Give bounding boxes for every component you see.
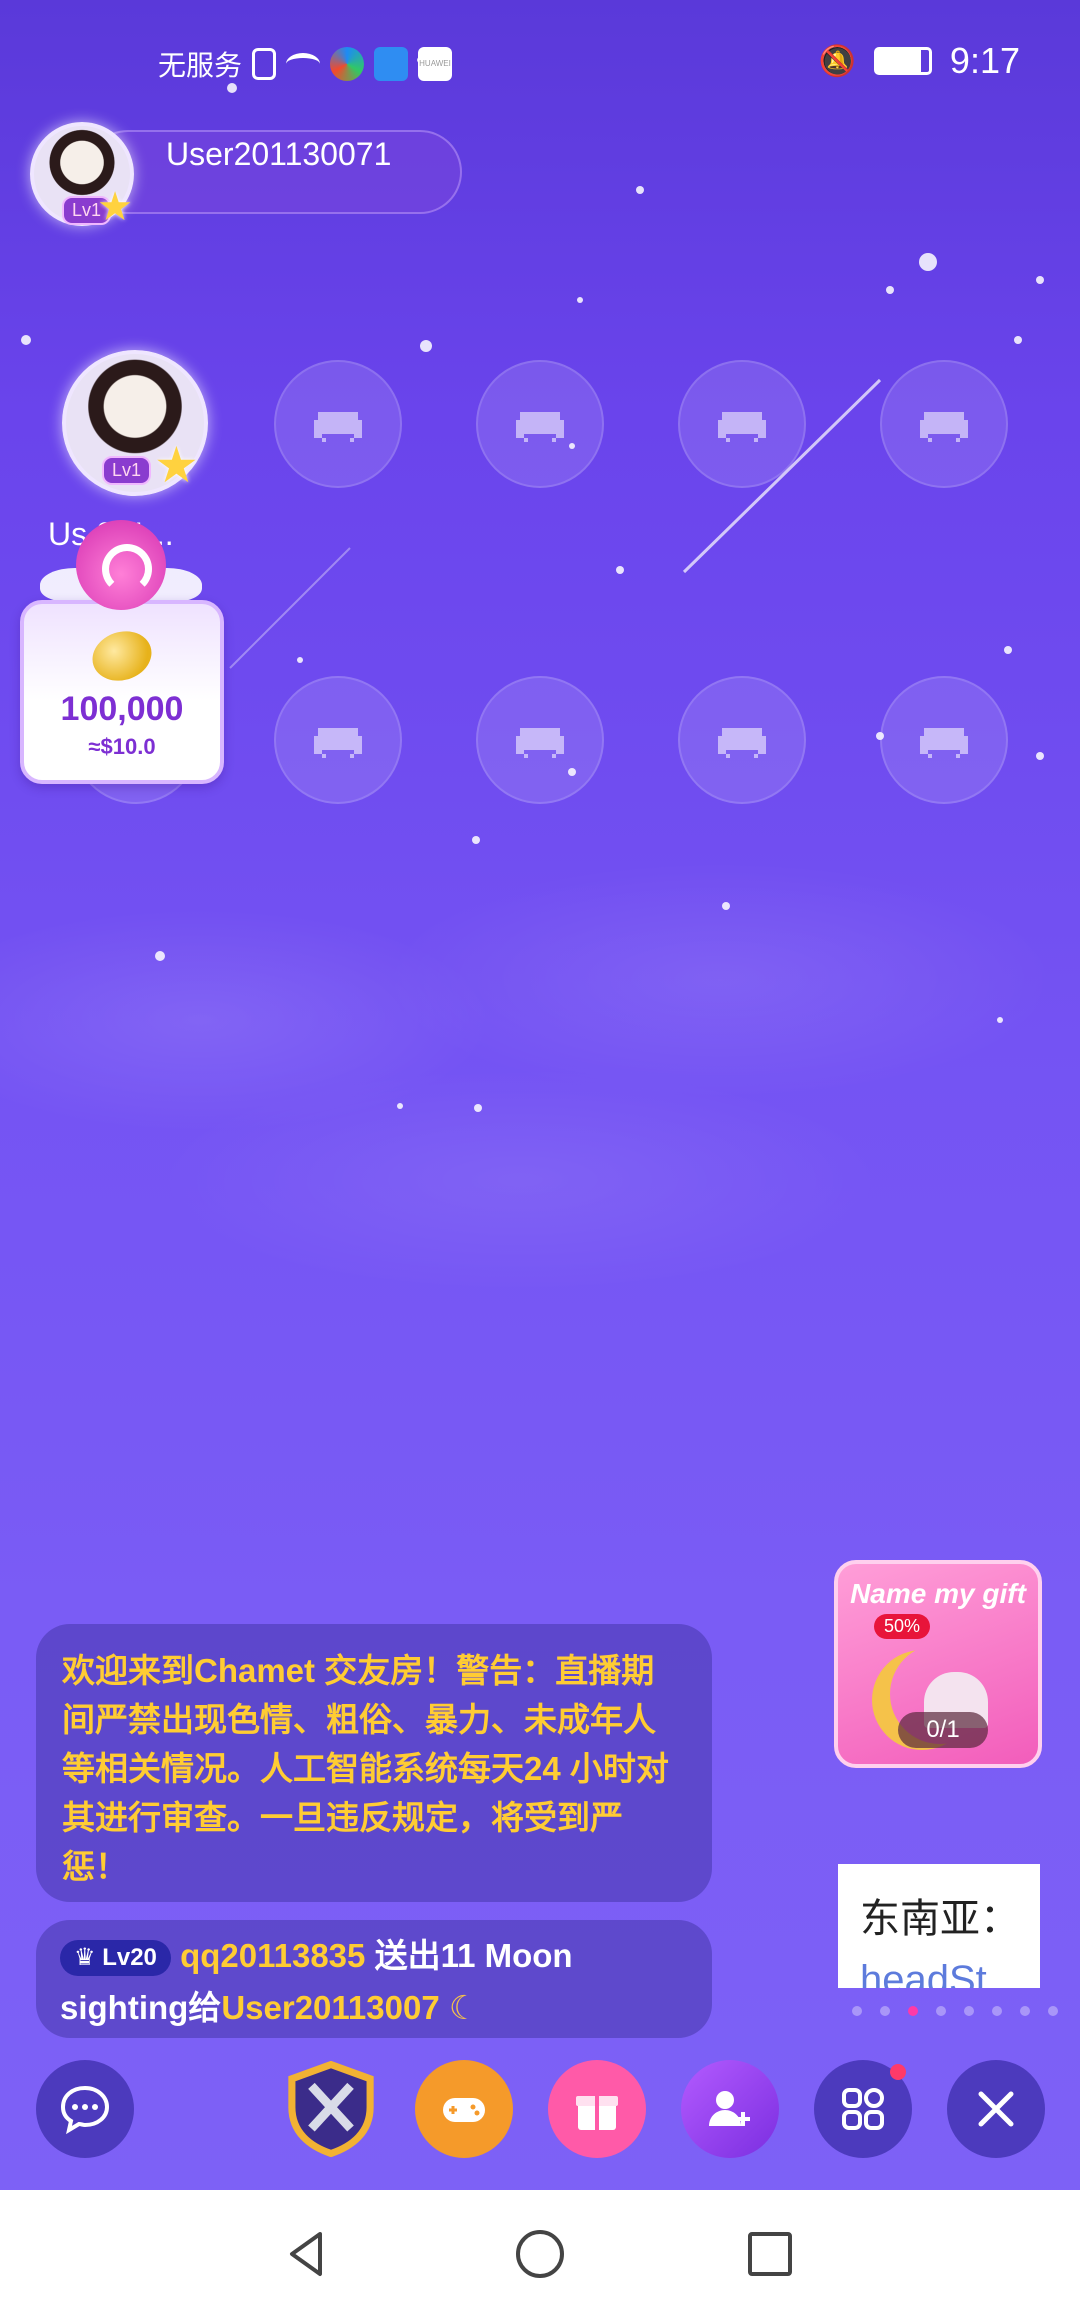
promo-progress: 0/1 (898, 1712, 988, 1748)
home-icon[interactable] (512, 2226, 568, 2282)
coin-icon (86, 623, 158, 689)
sofa-icon (718, 412, 766, 442)
region-banner[interactable]: 东南亚： headSt (838, 1864, 1040, 1988)
add-user-icon (709, 2091, 750, 2126)
game-button[interactable] (415, 2060, 513, 2158)
page-dot (936, 2006, 946, 2016)
discount-badge: 50% (874, 1614, 931, 1639)
seat-empty[interactable] (274, 360, 402, 488)
sofa-icon (718, 728, 766, 758)
notification-dot (890, 2064, 906, 2080)
sender-level-text: Lv20 (102, 1944, 157, 1972)
wifi-icon (286, 53, 321, 75)
close-room-button[interactable] (947, 2060, 1045, 2158)
sofa-icon (516, 412, 564, 442)
page-dot (1048, 2006, 1058, 2016)
game-controller-icon (443, 2098, 485, 2122)
gift-button[interactable] (548, 2060, 646, 2158)
star-icon: ★ (154, 437, 199, 493)
coin-usd-value: ≈$10.0 (88, 734, 156, 759)
host-name: User201130071 (166, 136, 392, 172)
close-icon (978, 2091, 1014, 2127)
host-info[interactable]: Lv1 ★ User201130071 (30, 122, 462, 228)
sim-alert-icon (252, 48, 277, 80)
seat-level-badge: Lv1 (102, 456, 152, 485)
gift-icon (576, 2096, 618, 2130)
sofa-icon (920, 412, 968, 442)
coin-amount: 100,000 (60, 690, 184, 728)
recents-icon[interactable] (742, 2226, 798, 2282)
battle-button[interactable] (282, 2060, 380, 2158)
banner-pagination (852, 2006, 1058, 2016)
seat-empty[interactable] (678, 360, 806, 488)
page-dot (964, 2006, 974, 2016)
clock-text: 9:17 (949, 40, 1020, 81)
star-icon: ★ (97, 185, 133, 229)
bell-off-icon: 🔕 (818, 44, 856, 78)
battle-shield-icon (288, 2061, 374, 2157)
back-icon[interactable] (280, 2226, 336, 2282)
moon-gift-icon: ☾ (448, 1989, 479, 2026)
page-dot-active (908, 2006, 918, 2016)
seat-occupied[interactable]: Lv1 ★ (62, 350, 212, 500)
invite-user-button[interactable] (681, 2060, 779, 2158)
seat-empty[interactable] (880, 360, 1008, 488)
gift-sender-name[interactable]: qq20113835 (180, 1937, 365, 1974)
mascot-icon[interactable] (76, 520, 166, 610)
sender-level-badge: ♛ Lv20 (60, 1940, 171, 1977)
seat-empty[interactable] (274, 676, 402, 804)
huawei-icon: HUAWEI (418, 47, 453, 81)
browser-icon (330, 47, 365, 81)
sofa-icon (516, 728, 564, 758)
sofa-icon (920, 728, 968, 758)
page-dot (992, 2006, 1002, 2016)
page-dot (880, 2006, 890, 2016)
coin-reward-card[interactable]: 100,000 ≈$10.0 (20, 600, 224, 784)
sofa-icon (314, 412, 362, 442)
seat-empty[interactable] (476, 360, 604, 488)
promo-title: Name my gift (850, 1578, 1026, 1609)
system-notice-message: 欢迎来到Chamet 交友房！警告：直播期间严禁出现色情、粗俗、暴力、未成年人等… (36, 1624, 712, 1902)
status-bar: 无服务 HUAWEI 🔕 9:17 (0, 36, 1080, 86)
chat-icon (60, 2085, 110, 2135)
sofa-icon (314, 728, 362, 758)
carrier-text: 无服务 (158, 50, 243, 81)
battery-icon (873, 47, 932, 75)
page-dot (852, 2006, 862, 2016)
name-my-gift-promo[interactable]: Name my gift 50% 0/1 (834, 1560, 1042, 1768)
seat-empty[interactable] (678, 676, 806, 804)
chat-button[interactable] (36, 2060, 134, 2158)
banner-text: 东南亚： (860, 1897, 1020, 1941)
cloud-layer (0, 860, 1080, 1380)
page-dot (1020, 2006, 1030, 2016)
gift-message[interactable]: ♛ Lv20 qq20113835 送出11 Moon sighting给Use… (36, 1920, 712, 2038)
seat-empty[interactable] (880, 676, 1008, 804)
notice-text: 欢迎来到Chamet 交友房！警告：直播期间严禁出现色情、粗俗、暴力、未成年人等… (62, 1652, 669, 1885)
seat-empty[interactable] (476, 676, 604, 804)
apps-grid-icon (842, 2088, 884, 2130)
gift-receiver-name[interactable]: User20113007 (221, 1989, 439, 2026)
banner-subtext: headSt (860, 1958, 987, 1988)
vpn-icon (374, 47, 409, 81)
